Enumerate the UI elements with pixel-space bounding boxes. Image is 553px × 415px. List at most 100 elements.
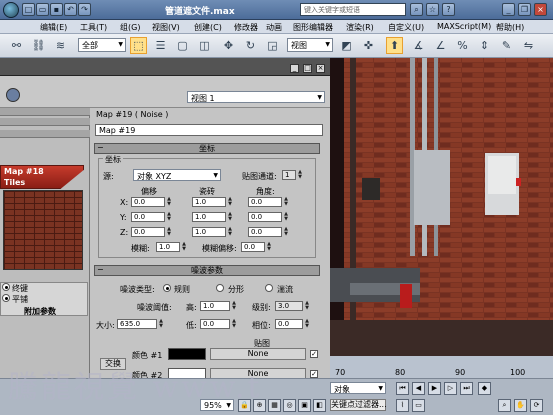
- new-file-icon[interactable]: □: [22, 3, 35, 16]
- list-item[interactable]: [0, 130, 90, 138]
- key-tangent-icon[interactable]: ⌇: [396, 399, 409, 412]
- blur-spinner[interactable]: 1.0: [156, 242, 180, 252]
- angle-y-spinner[interactable]: 0.0: [248, 212, 282, 222]
- offset-y-spinner[interactable]: 0.0: [131, 212, 165, 222]
- edit-named-selection-icon[interactable]: ✎: [498, 37, 515, 54]
- color1-map-button[interactable]: None: [210, 348, 306, 360]
- zoom-dropdown[interactable]: 95%: [200, 399, 234, 411]
- key-filters-button[interactable]: 关键点过滤器...: [330, 399, 387, 411]
- save-icon[interactable]: ▪: [50, 3, 63, 16]
- blur-offset-spinner[interactable]: 0.0: [241, 242, 265, 252]
- isolate-icon[interactable]: ◧: [313, 399, 326, 412]
- spinner-arrows-icon[interactable]: ▲ ▼: [304, 319, 310, 329]
- angle-z-spinner[interactable]: 0.0: [248, 227, 282, 237]
- map-channel-spinner[interactable]: 1: [282, 170, 296, 180]
- panel-close-icon[interactable]: ×: [316, 64, 325, 73]
- select-manipulate-icon[interactable]: ✜: [360, 37, 377, 54]
- spinner-arrows-icon[interactable]: ▲ ▼: [304, 301, 310, 311]
- menu-group[interactable]: 组(G): [120, 22, 140, 33]
- slot-item-label[interactable]: 终键: [12, 283, 28, 294]
- keyboard-shortcut-icon[interactable]: ⬆: [386, 37, 403, 54]
- selection-lock-icon[interactable]: ▣: [298, 399, 311, 412]
- noise-rollout-header[interactable]: 噪波参数: [94, 265, 320, 276]
- select-by-name-icon[interactable]: ☰: [152, 37, 169, 54]
- menu-customize[interactable]: 自定义(U): [388, 22, 424, 33]
- coordinates-rollout-header[interactable]: 坐标: [94, 143, 320, 154]
- scale-icon[interactable]: ◲: [264, 37, 281, 54]
- spinner-arrows-icon[interactable]: ▲ ▼: [266, 242, 272, 252]
- select-object-icon[interactable]: ⬚: [130, 37, 147, 54]
- pivot-center-icon[interactable]: ◩: [338, 37, 355, 54]
- next-frame-icon[interactable]: ▷: [444, 382, 457, 395]
- community-icon[interactable]: ☆: [426, 3, 439, 16]
- view-select-dropdown[interactable]: 视图 1: [187, 91, 325, 103]
- noise-type-option[interactable]: 湍流: [277, 284, 293, 295]
- search-icon[interactable]: ⌕: [410, 3, 423, 16]
- spinner-arrows-icon[interactable]: ▲ ▼: [158, 319, 164, 329]
- slot-radio-icon[interactable]: [2, 283, 10, 291]
- tiling-x-spinner[interactable]: 1.0: [192, 197, 226, 207]
- undo-icon[interactable]: ↶: [64, 3, 77, 16]
- key-mode-icon[interactable]: ◆: [478, 382, 491, 395]
- frame-field-icon[interactable]: ▭: [412, 399, 425, 412]
- goto-end-icon[interactable]: ⏭: [460, 382, 473, 395]
- spinner-arrows-icon[interactable]: ▲ ▼: [181, 242, 187, 252]
- close-icon[interactable]: ×: [534, 3, 547, 16]
- noise-type-option[interactable]: 规则: [174, 284, 190, 295]
- noise-type-regular-radio[interactable]: [163, 284, 171, 292]
- panel-minimize-icon[interactable]: _: [290, 64, 299, 73]
- spinner-arrows-icon[interactable]: ▲ ▼: [297, 170, 303, 180]
- reference-coord-dropdown[interactable]: 视图: [287, 38, 333, 52]
- levels-spinner[interactable]: 3.0: [275, 301, 303, 311]
- open-file-icon[interactable]: ▭: [36, 3, 49, 16]
- noise-type-option[interactable]: 分形: [228, 284, 244, 295]
- menu-create[interactable]: 创建(C): [194, 22, 222, 33]
- slot-item-label[interactable]: 平铺: [12, 294, 28, 305]
- absolute-mode-icon[interactable]: ⊕: [253, 399, 266, 412]
- list-item[interactable]: [0, 118, 90, 126]
- spinner-arrows-icon[interactable]: ▲ ▼: [283, 212, 289, 222]
- play-icon[interactable]: ▶: [428, 382, 441, 395]
- menu-modifiers[interactable]: 修改器: [234, 22, 258, 33]
- spinner-arrows-icon[interactable]: ▲ ▼: [231, 301, 237, 311]
- rotate-icon[interactable]: ↻: [242, 37, 259, 54]
- prev-frame-icon[interactable]: ◀: [412, 382, 425, 395]
- color2-map-checkbox[interactable]: ✓: [310, 370, 318, 378]
- help-icon[interactable]: ?: [442, 3, 455, 16]
- slot-item-label[interactable]: 附加参数: [24, 306, 56, 317]
- perspective-viewport[interactable]: [330, 58, 553, 356]
- spinner-arrows-icon[interactable]: ▲ ▼: [166, 197, 172, 207]
- spinner-arrows-icon[interactable]: ▲ ▼: [283, 197, 289, 207]
- panel-maximize-icon[interactable]: □: [303, 64, 312, 73]
- menu-edit[interactable]: 编辑(E): [40, 22, 67, 33]
- pan-icon[interactable]: ✋: [514, 399, 527, 412]
- unlink-icon[interactable]: ⛓: [30, 37, 47, 54]
- spinner-arrows-icon[interactable]: ▲ ▼: [166, 212, 172, 222]
- lock-icon[interactable]: 🔒: [238, 399, 251, 412]
- color1-map-checkbox[interactable]: ✓: [310, 350, 318, 358]
- bind-spacewarp-icon[interactable]: ≋: [52, 37, 69, 54]
- search-input[interactable]: 键入关键字或短语: [300, 3, 406, 16]
- spinner-arrows-icon[interactable]: ▲ ▼: [227, 197, 233, 207]
- noise-type-turbulence-radio[interactable]: [265, 284, 273, 292]
- selection-filter-dropdown[interactable]: 全部: [78, 38, 126, 52]
- menu-views[interactable]: 视图(V): [152, 22, 180, 33]
- goto-start-icon[interactable]: ⏮: [396, 382, 409, 395]
- rollout-minus-icon[interactable]: −: [97, 143, 104, 152]
- zoom-icon[interactable]: ⌕: [498, 399, 511, 412]
- spinner-arrows-icon[interactable]: ▲ ▼: [227, 212, 233, 222]
- angle-x-spinner[interactable]: 0.0: [248, 197, 282, 207]
- menu-maxscript[interactable]: MAXScript(M): [437, 22, 491, 31]
- tiling-z-spinner[interactable]: 1.0: [192, 227, 226, 237]
- move-icon[interactable]: ✥: [220, 37, 237, 54]
- phase-spinner[interactable]: 0.0: [275, 319, 303, 329]
- offset-z-spinner[interactable]: 0.0: [131, 227, 165, 237]
- app-logo-icon[interactable]: [3, 2, 19, 18]
- restore-icon[interactable]: ❐: [518, 3, 531, 16]
- menu-rendering[interactable]: 渲染(R): [346, 22, 374, 33]
- noise-type-fractal-radio[interactable]: [216, 284, 224, 292]
- list-item[interactable]: [0, 108, 90, 116]
- orbit-icon[interactable]: ⟳: [530, 399, 543, 412]
- sample-slot-preview[interactable]: [3, 190, 83, 270]
- menu-tools[interactable]: 工具(T): [80, 22, 107, 33]
